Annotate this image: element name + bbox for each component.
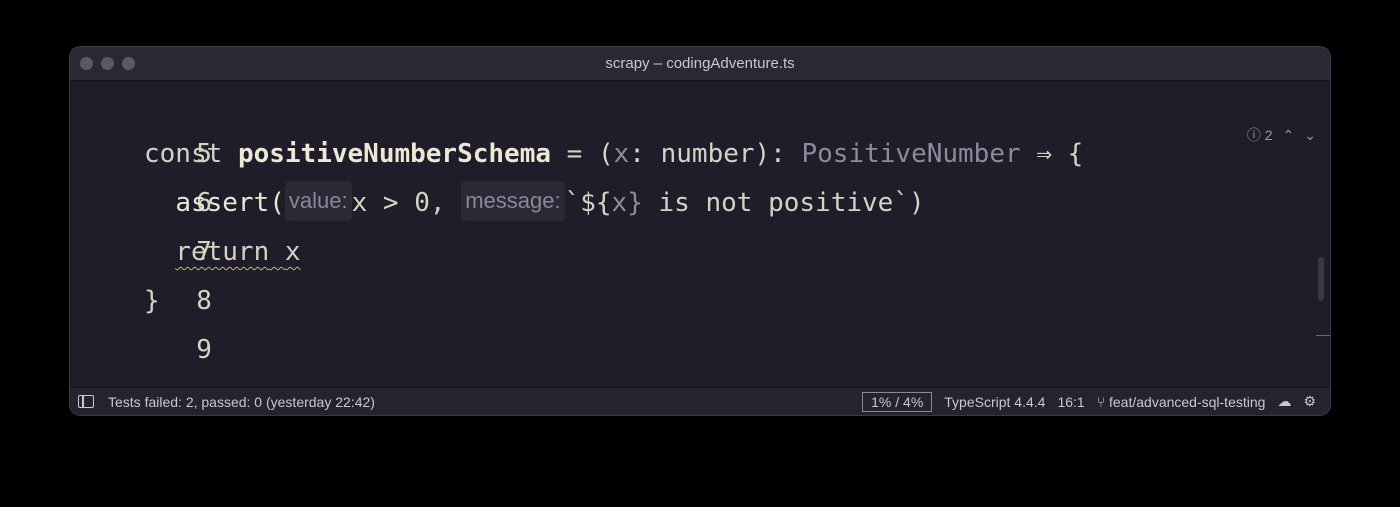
branch-name: feat/advanced-sql-testing [1109,393,1266,410]
gear-icon[interactable]: ⚙ [1303,393,1316,410]
brace: { [1067,139,1084,169]
code-line: 5 [70,81,212,169]
keyword: return [175,237,270,267]
backtick: ` [893,188,909,218]
backtick: ` [564,188,581,218]
chevron-down-icon[interactable]: ⌄ [1304,127,1316,144]
inspection-count: 2 [1264,127,1273,143]
info-circle-icon: ⓘ 2 [1246,127,1273,143]
interpolation-var: x [611,188,628,218]
language-indicator[interactable]: TypeScript 4.4.4 [944,394,1045,410]
arrow: ⇒ [1036,139,1052,169]
code-line: 8 return x [70,228,300,316]
paren: ) [908,188,925,218]
brace: } [144,286,160,316]
code-line: 9 } [70,277,212,365]
memory-indicator[interactable]: 1% / 4% [862,391,933,412]
return-value: x [284,237,301,267]
paren: ): [754,139,786,169]
return-type: PositiveNumber [801,139,1021,169]
title-bar: scrapy – codingAdventure.ts [70,47,1330,81]
function-call: assert( [175,188,285,218]
window-title: scrapy – codingAdventure.ts [605,55,795,72]
identifier: positiveNumberSchema [237,139,552,169]
operator: = [566,139,583,169]
param-name: x [613,139,630,169]
scrollbar-thumb[interactable] [1318,257,1324,301]
parameter-hint: value: [284,181,352,221]
colon: : [629,139,645,169]
caret-position[interactable]: 16:1 [1057,394,1084,410]
inspections-widget[interactable]: ⓘ 2 ⌃ ⌄ [1247,125,1316,145]
status-bar: Tests failed: 2, passed: 0 (yesterday 22… [70,387,1330,415]
ide-window: scrapy – codingAdventure.ts ⓘ 2 ⌃ ⌄ 5 6 … [70,47,1330,415]
code-line: 10 [70,326,212,414]
interpolation-open: ${ [580,188,612,218]
code-editor[interactable]: ⓘ 2 ⌃ ⌄ 5 6 const positiveNumberSchema =… [70,81,1330,414]
chevron-up-icon[interactable]: ⌃ [1283,127,1295,144]
code-line: 6 const positiveNumberSchema = (x: numbe… [70,130,1083,218]
interpolation-close: } [627,188,643,218]
param-type: number [660,139,755,169]
vcs-branch[interactable]: ⑂ feat/advanced-sql-testing [1097,394,1266,410]
toggle-tool-windows-icon[interactable] [78,395,94,408]
paren: ( [597,139,614,169]
string-literal: is not positive [642,188,894,218]
scrollbar-marker [1316,335,1330,336]
parameter-hint: message: [461,181,565,221]
branch-icon: ⑂ [1096,393,1106,410]
warning-squiggle: return x [175,237,300,267]
code-line: 7 assert(value: x > 0, message: `${x} is n… [70,179,925,267]
test-status[interactable]: Tests failed: 2, passed: 0 (yesterday 22… [108,394,375,410]
keyword: const [144,139,223,169]
argument: x > 0, [351,188,446,218]
cloud-sync-icon[interactable]: ☁ [1277,393,1291,410]
